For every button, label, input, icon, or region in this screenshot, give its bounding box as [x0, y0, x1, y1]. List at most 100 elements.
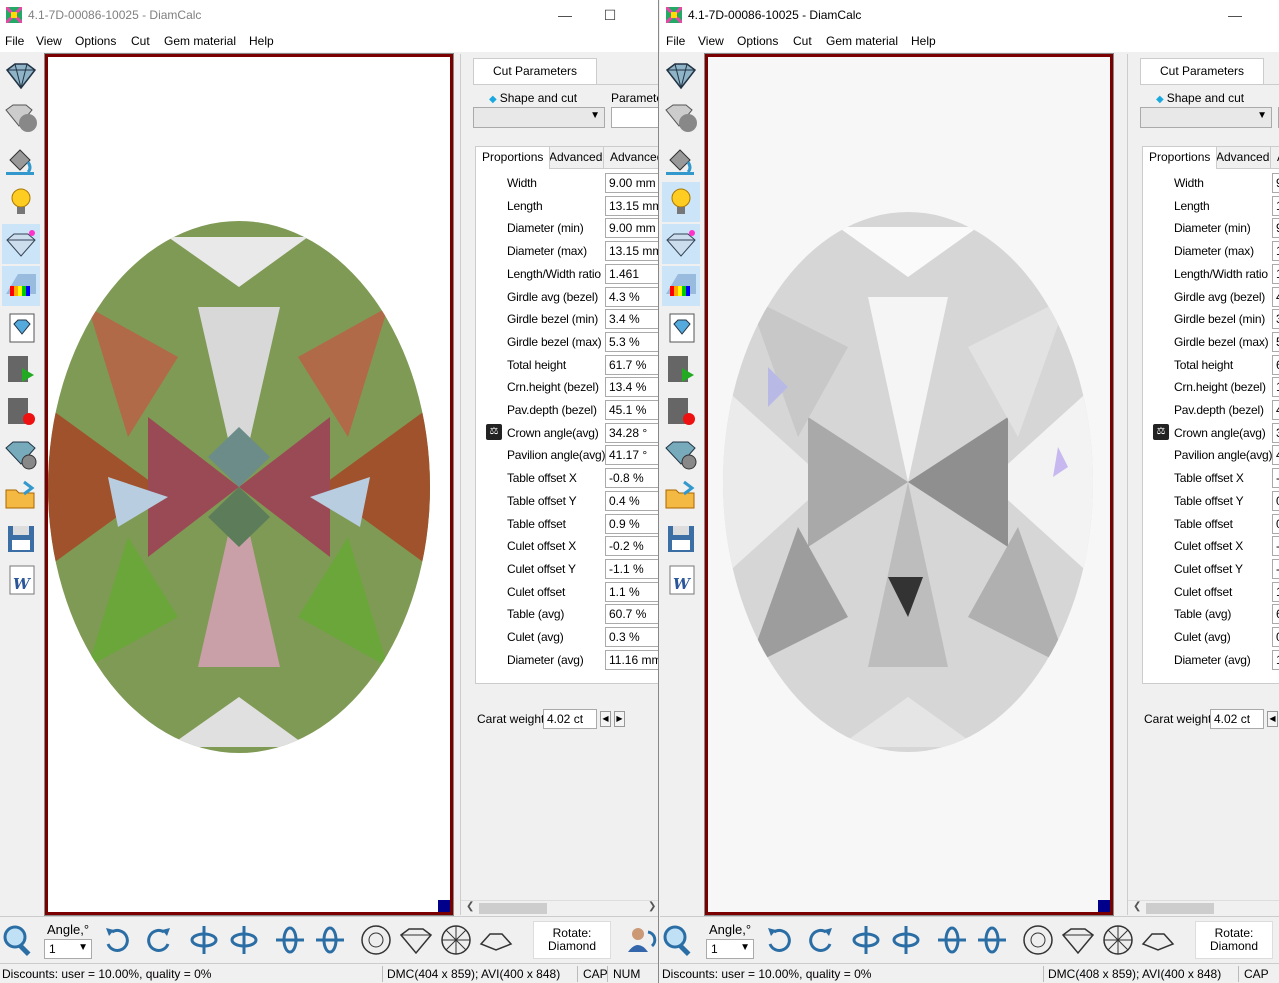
view-profile-icon[interactable]: [1140, 922, 1176, 958]
menu-cut[interactable]: Cut: [131, 34, 150, 48]
rainbow-glass-icon[interactable]: [2, 266, 40, 306]
menu-options[interactable]: Options: [75, 34, 116, 48]
paint-bucket-icon[interactable]: [2, 140, 40, 180]
angle-select[interactable]: 1 ▼: [706, 939, 754, 959]
paint-bucket-icon[interactable]: [662, 140, 700, 180]
menu-gem-material[interactable]: Gem material: [826, 34, 898, 48]
certificate-icon[interactable]: [662, 308, 700, 348]
param-value-field[interactable]: 45.1 %: [605, 400, 658, 420]
param-value-field[interactable]: 0: [1272, 490, 1279, 511]
view-bottom-icon[interactable]: [438, 922, 474, 958]
param-value-field[interactable]: 1: [1272, 377, 1279, 398]
menu-file[interactable]: File: [5, 34, 24, 48]
tab-cut-parameters[interactable]: Cut Parameters: [473, 58, 597, 84]
menu-view[interactable]: View: [698, 34, 724, 48]
param-value-field[interactable]: -(: [1272, 536, 1279, 557]
scroll-left-icon[interactable]: ❮: [466, 901, 474, 912]
menu-cut[interactable]: Cut: [793, 34, 812, 48]
param-value-field[interactable]: -0.8 %: [605, 468, 658, 489]
carat-weight-value[interactable]: 4.02 ct: [1210, 709, 1264, 729]
param-value-field[interactable]: 60.7 %: [605, 604, 658, 625]
tab-cut-parameters[interactable]: Cut Parameters: [1140, 58, 1264, 84]
param-value-field[interactable]: 41.17 °: [605, 445, 658, 466]
spin-right-icon[interactable]: ▶: [614, 711, 625, 727]
param-value-field[interactable]: 1: [1272, 195, 1279, 216]
param-value-field[interactable]: 3: [1272, 309, 1279, 330]
param-value-field[interactable]: 6: [1272, 354, 1279, 375]
param-value-field[interactable]: 5: [1272, 331, 1279, 352]
param-value-field[interactable]: 1: [1272, 263, 1279, 284]
save-disk-icon[interactable]: [2, 518, 40, 558]
diamond-top-icon[interactable]: [662, 56, 700, 96]
param-value-field[interactable]: 4: [1272, 445, 1279, 466]
shape-and-cut-select[interactable]: ▼: [473, 107, 605, 128]
param-value-field[interactable]: 13.15 mm: [605, 195, 658, 216]
shape-and-cut-select[interactable]: ▼: [1140, 107, 1272, 128]
flip-horizontal-icon[interactable]: [934, 922, 970, 958]
flip-vertical-icon[interactable]: [848, 922, 884, 958]
scroll-thumb[interactable]: [479, 903, 547, 914]
view-top-icon[interactable]: [358, 922, 394, 958]
rotate-mode-box[interactable]: Rotate: Diamond: [533, 921, 611, 959]
param-value-field[interactable]: -(: [1272, 468, 1279, 489]
param-value-field[interactable]: 13.15 mm: [605, 241, 658, 262]
param-value-field[interactable]: 1: [1272, 241, 1279, 262]
spin-left-icon[interactable]: ◀: [1267, 711, 1278, 727]
open-folder-icon[interactable]: [662, 476, 700, 516]
user-rotate-icon[interactable]: [622, 922, 658, 958]
param-value-field[interactable]: 4: [1272, 400, 1279, 420]
param-value-field[interactable]: 4: [1272, 286, 1279, 307]
parameters-field[interactable]: [611, 107, 658, 128]
param-value-field[interactable]: 6: [1272, 604, 1279, 625]
menu-file[interactable]: File: [666, 34, 685, 48]
view-top-icon[interactable]: [1020, 922, 1056, 958]
lightbulb-icon[interactable]: [662, 182, 700, 222]
diamond-top-icon[interactable]: [2, 56, 40, 96]
scroll-right-icon[interactable]: ❯: [648, 901, 656, 912]
param-value-field[interactable]: 9.00 mm: [605, 218, 658, 239]
diamond-viewport[interactable]: [44, 53, 454, 916]
zoom-icon[interactable]: [0, 922, 36, 958]
menu-view[interactable]: View: [36, 34, 62, 48]
video-record-icon[interactable]: [2, 392, 40, 432]
flip-vertical-alt-icon[interactable]: [888, 922, 924, 958]
flip-horizontal-alt-icon[interactable]: [974, 922, 1010, 958]
rotate-mode-box[interactable]: Rotate: Diamond: [1195, 921, 1273, 959]
diamond-viewport[interactable]: [704, 53, 1114, 916]
param-value-field[interactable]: -1.1 %: [605, 558, 658, 579]
video-play-icon[interactable]: [662, 350, 700, 390]
rotate-cw-icon[interactable]: [100, 922, 136, 958]
certificate-icon[interactable]: [2, 308, 40, 348]
param-value-field[interactable]: 0.9 %: [605, 513, 658, 534]
param-value-field[interactable]: 0: [1272, 627, 1279, 647]
lock-icon[interactable]: ⚖: [486, 423, 502, 440]
video-record-icon[interactable]: [662, 392, 700, 432]
param-value-field[interactable]: 1: [1272, 649, 1279, 670]
horizontal-scrollbar[interactable]: ❮: [1128, 900, 1279, 915]
param-value-field[interactable]: 0.3 %: [605, 627, 658, 647]
param-value-field[interactable]: 9: [1272, 173, 1279, 193]
flip-horizontal-icon[interactable]: [272, 922, 308, 958]
param-value-field[interactable]: -0.2 %: [605, 536, 658, 557]
param-value-field[interactable]: 61.7 %: [605, 354, 658, 375]
diamond-sparkle-icon[interactable]: [2, 224, 40, 264]
zoom-icon[interactable]: [660, 922, 696, 958]
lock-icon[interactable]: ⚖: [1153, 423, 1169, 440]
tab-advanced-2[interactable]: A: [1270, 146, 1279, 168]
carat-weight-value[interactable]: 4.02 ct: [543, 709, 597, 729]
maximize-button[interactable]: ☐: [595, 5, 625, 25]
tab-advanced[interactable]: Advanced: [542, 146, 610, 168]
flip-horizontal-alt-icon[interactable]: [312, 922, 348, 958]
resize-corner[interactable]: [1098, 900, 1110, 912]
param-value-field[interactable]: 3: [1272, 422, 1279, 443]
angle-select[interactable]: 1 ▼: [44, 939, 92, 959]
menu-help[interactable]: Help: [249, 34, 274, 48]
minimize-button[interactable]: —: [550, 5, 580, 25]
rotate-ccw-icon[interactable]: [802, 922, 838, 958]
param-value-field[interactable]: 5.3 %: [605, 331, 658, 352]
menu-options[interactable]: Options: [737, 34, 778, 48]
view-side-icon[interactable]: [398, 922, 434, 958]
diamond-settings-icon[interactable]: [2, 434, 40, 474]
param-value-field[interactable]: 1.461: [605, 263, 658, 284]
rotate-ccw-icon[interactable]: [140, 922, 176, 958]
